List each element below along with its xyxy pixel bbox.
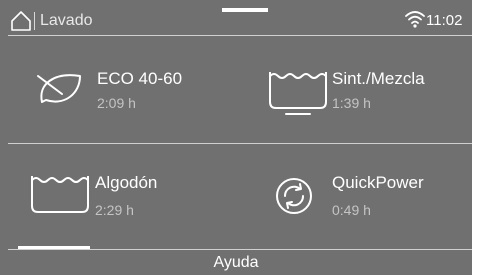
pull-down-handle[interactable] <box>222 8 268 12</box>
wifi-icon <box>405 10 425 33</box>
program-cotton[interactable]: Algodón 2:29 h <box>20 152 250 242</box>
header-divider <box>8 35 472 36</box>
program-duration: 2:09 h <box>97 95 136 111</box>
title-divider <box>34 12 35 30</box>
program-duration: 2:29 h <box>95 202 134 218</box>
program-duration: 1:39 h <box>332 95 371 111</box>
leaf-icon <box>34 68 84 113</box>
program-name: Algodón <box>95 173 158 192</box>
footer-divider <box>8 249 472 250</box>
help-button[interactable]: Ayuda <box>0 251 472 275</box>
program-name: Sint./Mezcla <box>332 69 425 88</box>
quickpower-icon <box>274 176 314 221</box>
program-name: ECO 40-60 <box>97 69 183 88</box>
program-synthetic-mix[interactable]: Sint./Mezcla 1:39 h <box>250 48 480 138</box>
clock: 11:02 <box>426 12 463 29</box>
basin-synthetic-icon <box>268 70 328 123</box>
display-screen: Lavado 11:02 ECO 40-60 2:09 h Sint./Mezc… <box>0 0 472 275</box>
status-bar: Lavado 11:02 <box>0 0 472 35</box>
program-eco-40-60[interactable]: ECO 40-60 2:09 h <box>20 48 250 138</box>
program-quickpower[interactable]: QuickPower 0:49 h <box>250 152 480 242</box>
program-name: QuickPower <box>332 173 424 192</box>
app-title: Lavado <box>40 12 93 29</box>
basin-cotton-icon <box>30 174 90 221</box>
home-icon[interactable] <box>10 10 32 37</box>
row-divider <box>8 143 472 144</box>
program-duration: 0:49 h <box>332 202 371 218</box>
